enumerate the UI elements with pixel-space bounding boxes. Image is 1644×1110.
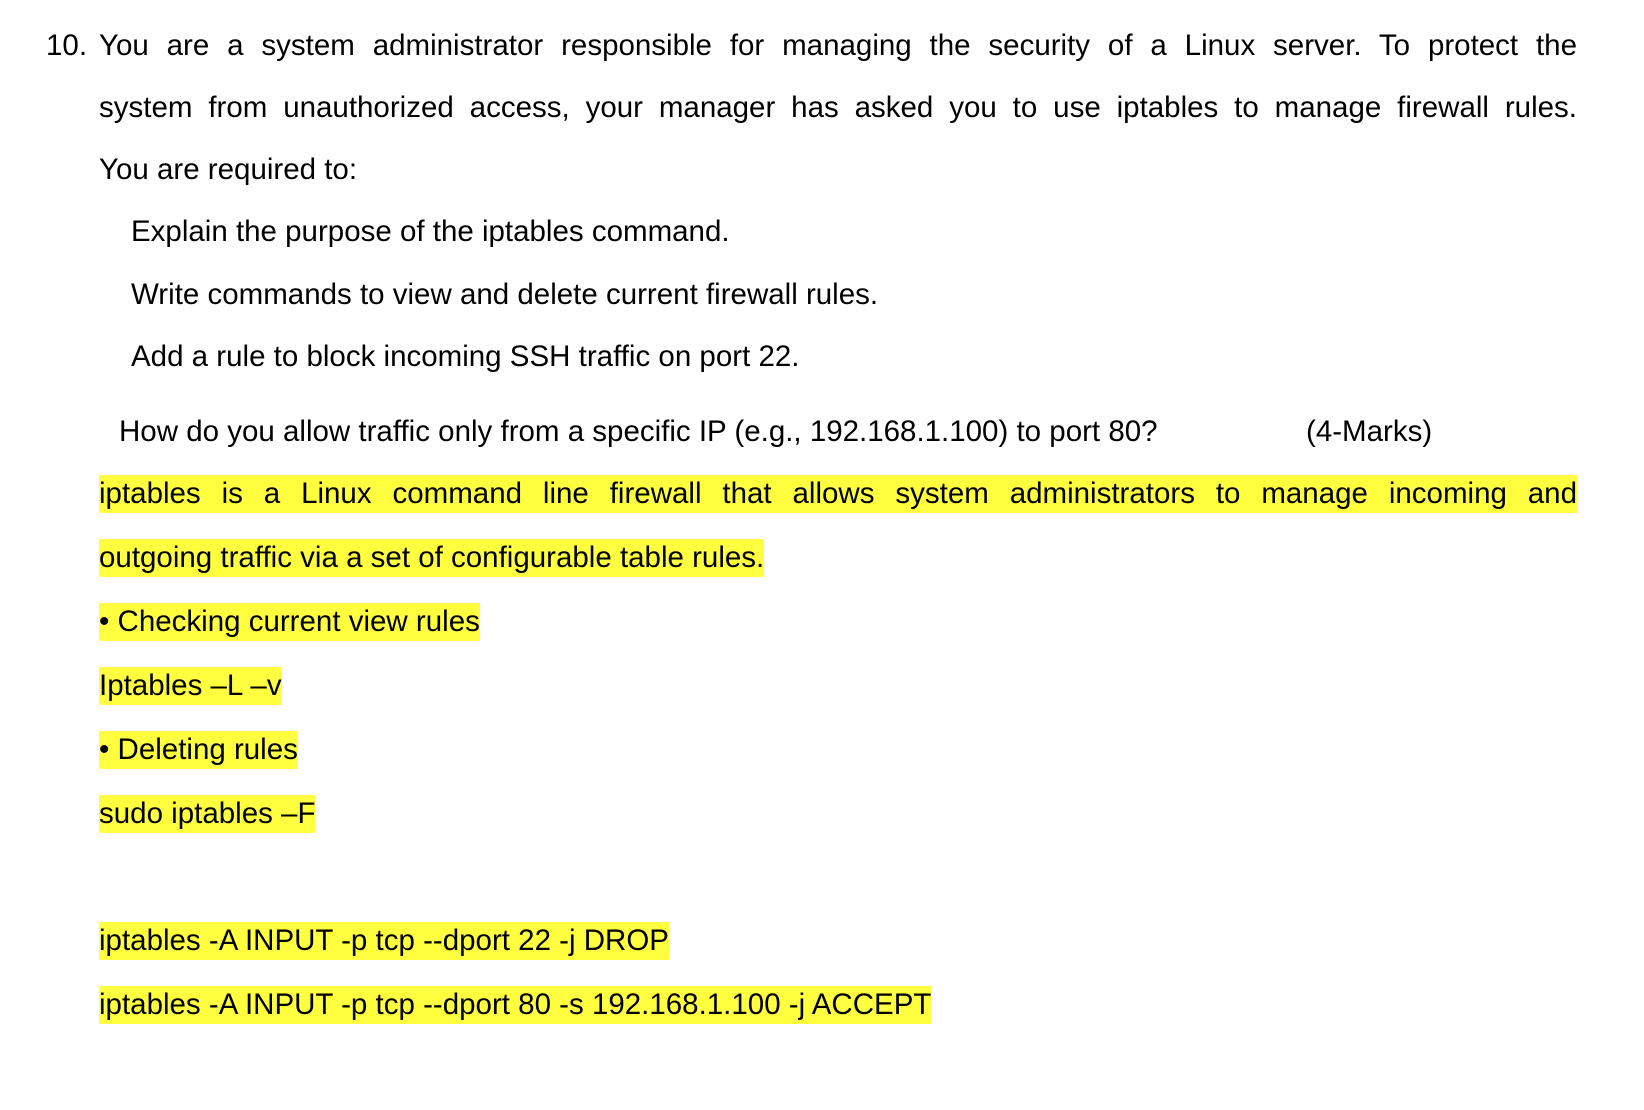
answer-delete-command: sudo iptables –F — [99, 795, 316, 833]
task-explain-purpose: Explain the purpose of the iptables comm… — [131, 215, 730, 248]
task-allow-specific-ip: How do you allow traffic only from a spe… — [119, 415, 1158, 448]
answer-view-command: Iptables –L –v — [99, 667, 282, 705]
answer-allow-ip-command: iptables -A INPUT -p tcp --dport 80 -s 1… — [99, 986, 932, 1024]
answer-definition-line-2: outgoing traffic via a set of configurab… — [99, 539, 765, 577]
question-text-line-1: You are a system administrator responsib… — [99, 29, 1577, 62]
question-number: 10. — [46, 29, 88, 62]
document-page: 10. You are a system administrator respo… — [0, 0, 1644, 1110]
answer-block-ssh-command: iptables -A INPUT -p tcp --dport 22 -j D… — [99, 922, 669, 960]
task-view-delete-rules: Write commands to view and delete curren… — [131, 278, 879, 311]
answer-delete-heading: • Deleting rules — [99, 731, 298, 769]
answer-view-heading: • Checking current view rules — [99, 603, 480, 641]
question-text-line-3: You are required to: — [99, 153, 358, 186]
task-block-ssh: Add a rule to block incoming SSH traffic… — [131, 340, 800, 373]
question-text-line-2: system from unauthorized access, your ma… — [99, 91, 1577, 124]
answer-definition-line-1: iptables is a Linux command line firewal… — [99, 475, 1577, 513]
marks-label: (4-Marks) — [1306, 415, 1433, 448]
